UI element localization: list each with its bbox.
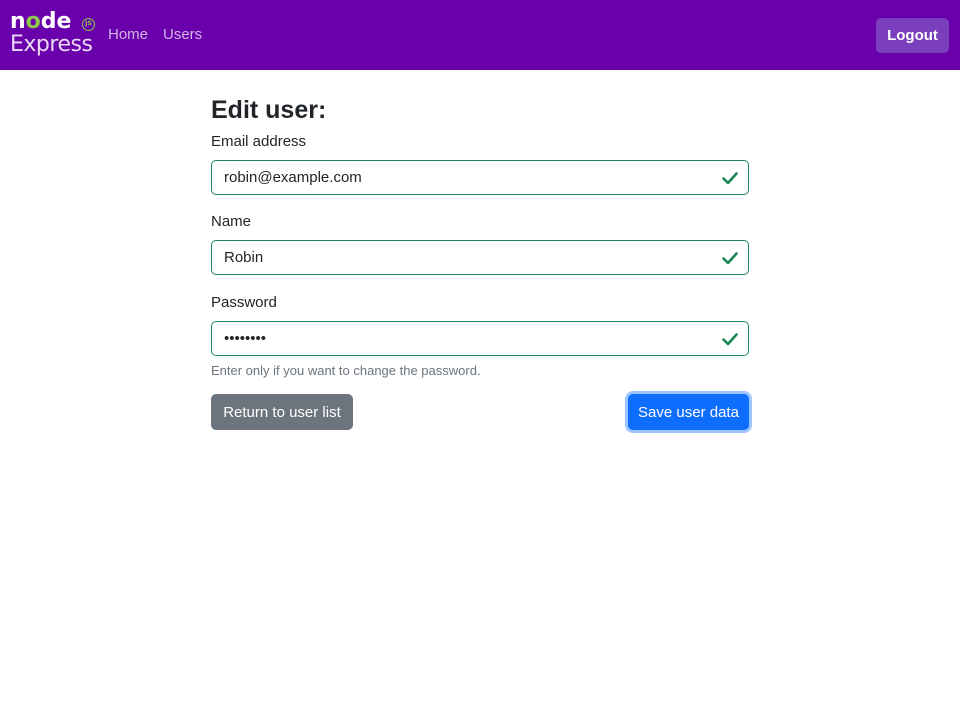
nav-link-users[interactable]: Users [163,25,202,45]
logo-hexagon: o [25,9,41,34]
check-icon [722,172,738,185]
node-express-logo[interactable]: node JS Express [10,10,96,60]
password-hint: Enter only if you want to change the pas… [211,363,481,378]
name-label: Name [211,213,252,230]
save-user-data-button[interactable]: Save user data [628,394,749,430]
check-icon [722,333,738,346]
name-field[interactable] [212,241,748,274]
page-title: Edit user: [211,96,327,124]
logout-button[interactable]: Logout [876,18,949,53]
password-field[interactable] [212,322,748,355]
email-field[interactable] [212,161,748,194]
email-field-wrapper [211,160,749,195]
password-label: Password [211,294,277,311]
logo-express-text: Express [10,32,93,57]
nav-link-home[interactable]: Home [108,25,148,45]
navbar: node JS Express Home Users Logout [0,0,960,70]
return-to-user-list-button[interactable]: Return to user list [211,394,353,430]
logo-js-badge: JS [82,18,95,31]
email-label: Email address [211,133,307,150]
check-icon [722,252,738,265]
name-field-wrapper [211,240,749,275]
logo-node-text: node [10,9,72,34]
password-field-wrapper [211,321,749,356]
